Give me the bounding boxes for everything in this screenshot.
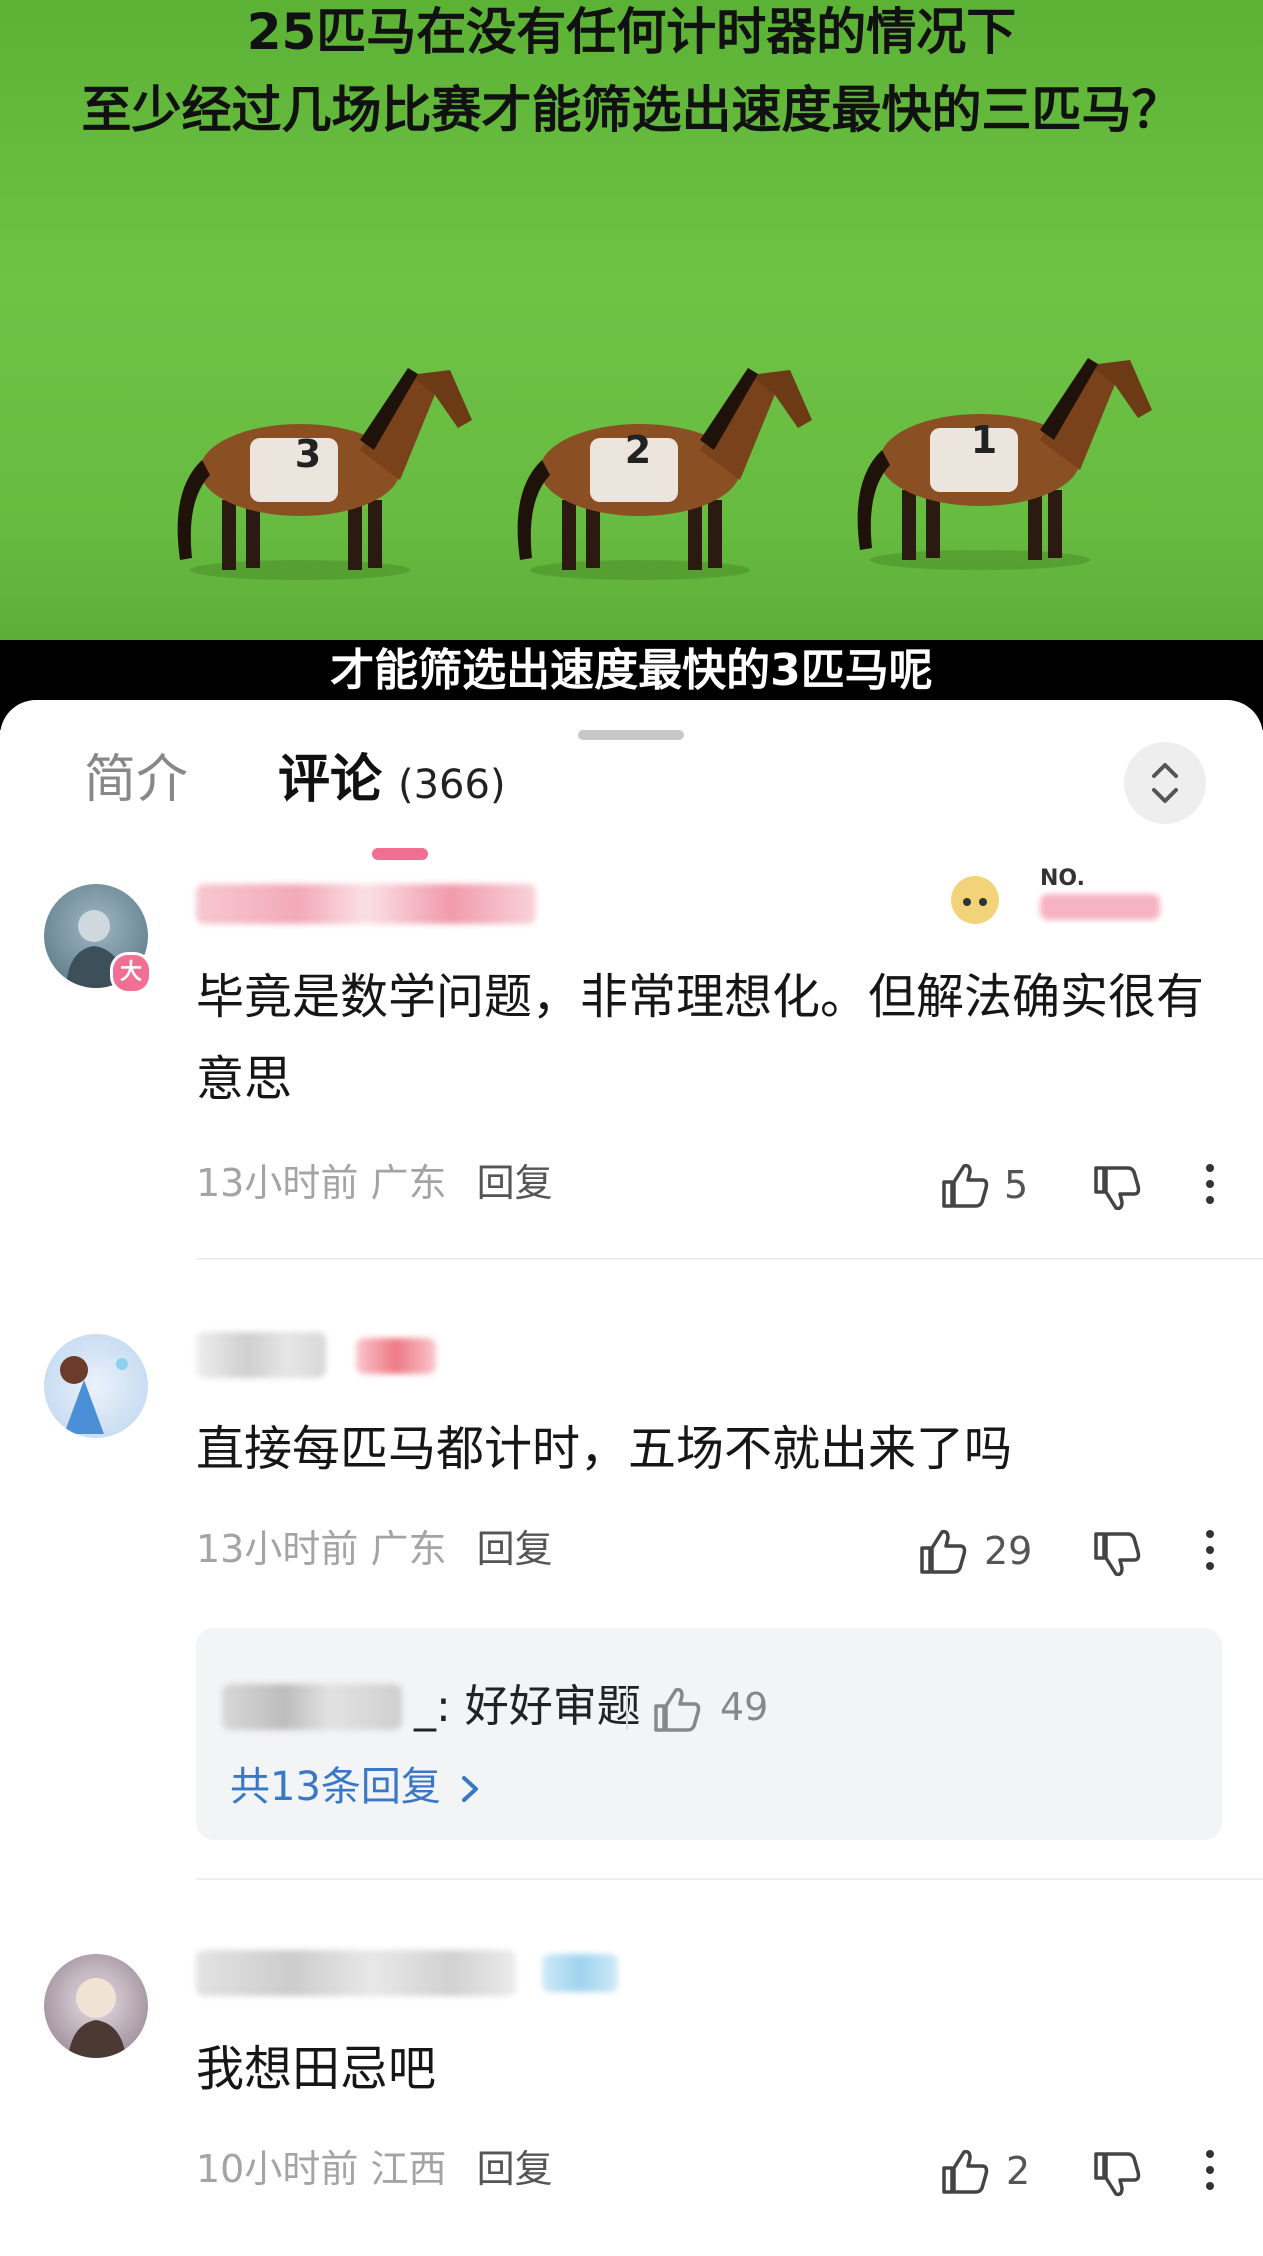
like-icon[interactable] — [650, 1682, 704, 1736]
sub-reply-username-blurred[interactable] — [222, 1684, 402, 1730]
tab-active-indicator — [372, 848, 428, 860]
more-options-icon[interactable] — [1200, 2146, 1220, 2196]
video-player[interactable]: 25匹马在没有任何计时器的情况下 至少经过几场比赛才能筛选出速度最快的三匹马？ — [0, 0, 1263, 700]
vip-badge: 大 — [110, 952, 152, 994]
avatar[interactable] — [44, 1334, 148, 1438]
comment-meta: 13小时前 广东 回复 — [196, 1524, 553, 1574]
dislike-icon[interactable] — [1090, 1162, 1144, 1216]
comment-time: 13小时前 — [196, 1161, 359, 1205]
comment-divider — [196, 1258, 1263, 1260]
drag-handle[interactable] — [578, 730, 684, 740]
like-icon[interactable] — [938, 1158, 992, 1212]
sub-reply-like-count: 49 — [720, 1685, 769, 1729]
medal-character-icon — [940, 868, 1010, 928]
comment-meta: 10小时前 江西 回复 — [196, 2144, 553, 2194]
username-blurred[interactable] — [196, 884, 536, 924]
dislike-icon[interactable] — [1090, 2148, 1144, 2202]
tab-comments[interactable]: 评论 — [278, 745, 382, 815]
comment-time: 13小时前 — [196, 1527, 359, 1571]
sub-reply-separator — [626, 1686, 628, 1730]
like-count: 29 — [984, 1529, 1033, 1573]
username-blurred[interactable] — [196, 1950, 516, 1996]
comment-location: 广东 — [370, 1527, 447, 1571]
chevron-right-icon — [461, 1776, 478, 1802]
more-options-icon[interactable] — [1200, 1160, 1220, 1210]
video-subtitle: 才能筛选出速度最快的3匹马呢 — [330, 645, 933, 696]
horses-illustration — [177, 358, 1152, 580]
comments-count: (366) — [398, 762, 506, 808]
comment-divider — [196, 1878, 1263, 1880]
sub-reply-text: _: 好好审题 — [414, 1681, 641, 1732]
reply-button[interactable]: 回复 — [477, 2147, 553, 2191]
view-all-replies-link[interactable]: 共13条回复 — [230, 1760, 484, 1814]
comment-text: 我想田忌吧 — [196, 2041, 437, 2097]
comment-location: 广东 — [370, 1161, 447, 1205]
like-icon[interactable] — [938, 2144, 992, 2198]
rank-badge-blurred — [1040, 894, 1160, 920]
avatar[interactable] — [44, 1954, 148, 2058]
comment-time: 10小时前 — [196, 2147, 359, 2191]
rank-badge-label: NO. — [1040, 866, 1085, 891]
tab-intro[interactable]: 简介 — [84, 745, 188, 815]
horse-number-3: 3 — [294, 432, 322, 476]
reply-button[interactable]: 回复 — [477, 1527, 553, 1571]
level-badge-blurred — [542, 1954, 618, 1992]
level-badge-blurred — [356, 1338, 436, 1374]
comment-text: 毕竟是数学问题，非常理想化。但解法确实很有意思 — [196, 969, 1205, 1107]
username-blurred[interactable] — [196, 1332, 326, 1378]
avatar-character-icon — [68, 1976, 126, 2058]
horse-number-1: 1 — [970, 418, 998, 462]
horse-number-2: 2 — [624, 428, 652, 472]
view-all-replies-label: 共13条回复 — [230, 1764, 441, 1810]
reply-button[interactable]: 回复 — [477, 1161, 553, 1205]
like-count: 5 — [1004, 1163, 1029, 1207]
sort-button[interactable] — [1124, 742, 1206, 824]
sort-chevrons-icon — [1152, 763, 1178, 803]
like-icon[interactable] — [916, 1524, 970, 1578]
like-count: 2 — [1006, 2149, 1031, 2193]
comment-meta: 13小时前 广东 回复 — [196, 1158, 553, 1208]
comment-location: 江西 — [370, 2147, 447, 2191]
comment-text: 直接每匹马都计时，五场不就出来了吗 — [196, 1421, 1013, 1477]
dislike-icon[interactable] — [1090, 1528, 1144, 1582]
more-options-icon[interactable] — [1200, 1526, 1220, 1576]
avatar-character-icon — [60, 1356, 128, 1434]
